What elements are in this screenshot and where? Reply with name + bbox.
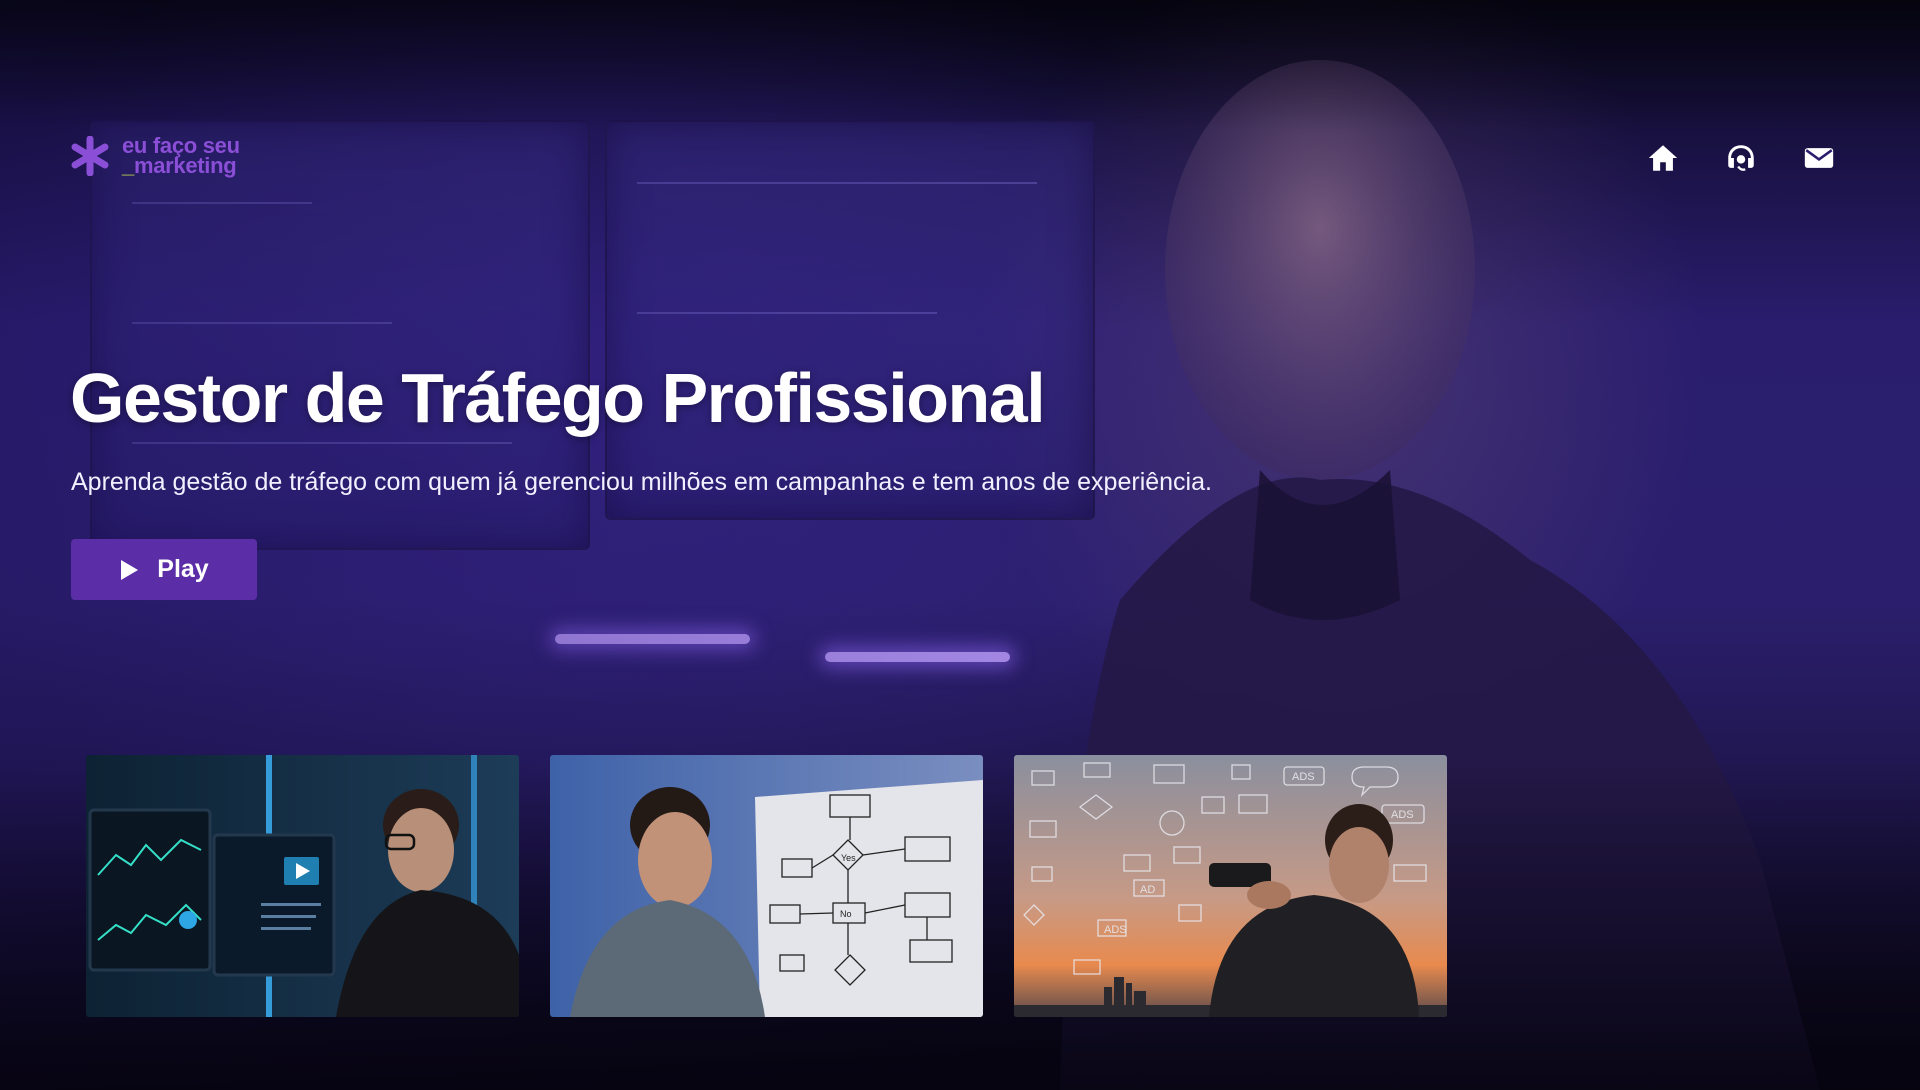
thumbnail-flowchart-whiteboard[interactable]: Yes No bbox=[550, 755, 983, 1017]
play-button-label: Play bbox=[157, 555, 209, 583]
support-headset-icon[interactable] bbox=[1724, 141, 1758, 175]
logo-line-2: _marketing bbox=[122, 153, 240, 178]
thumbnail-analytics-monitors[interactable] bbox=[86, 755, 519, 1017]
flowchart-yes-label: Yes bbox=[841, 853, 856, 863]
app-root: eu faço seu _marketing Gestor de Tráfego… bbox=[0, 0, 1920, 1090]
ad-label: AD bbox=[1140, 884, 1155, 896]
logo-underscore: _ bbox=[122, 153, 134, 178]
flowchart-no-label: No bbox=[840, 909, 852, 919]
hero-title: Gestor de Tráfego Profissional bbox=[70, 359, 1046, 437]
logo-wordmark: eu faço seu _marketing bbox=[122, 135, 240, 178]
hero-subtitle: Aprenda gestão de tráfego com quem já ge… bbox=[71, 468, 1212, 496]
asterisk-logo-icon bbox=[71, 136, 109, 176]
logo-line-2-text: marketing bbox=[133, 153, 237, 178]
mail-icon[interactable] bbox=[1802, 141, 1836, 175]
ads-label: ADS bbox=[1104, 924, 1127, 936]
play-button[interactable]: Play bbox=[71, 539, 257, 600]
ads-label: ADS bbox=[1292, 771, 1315, 783]
thumbnail-binoculars-ads[interactable]: ADS ADS AD ADS bbox=[1014, 755, 1447, 1017]
brand-logo[interactable]: eu faço seu _marketing bbox=[70, 135, 240, 178]
ads-label: ADS bbox=[1391, 809, 1414, 821]
thumbnail-row: Yes No ADS ADS AD ADS bbox=[86, 755, 1447, 1017]
play-icon bbox=[121, 559, 139, 580]
home-icon[interactable] bbox=[1646, 141, 1680, 175]
top-nav bbox=[1646, 141, 1836, 175]
